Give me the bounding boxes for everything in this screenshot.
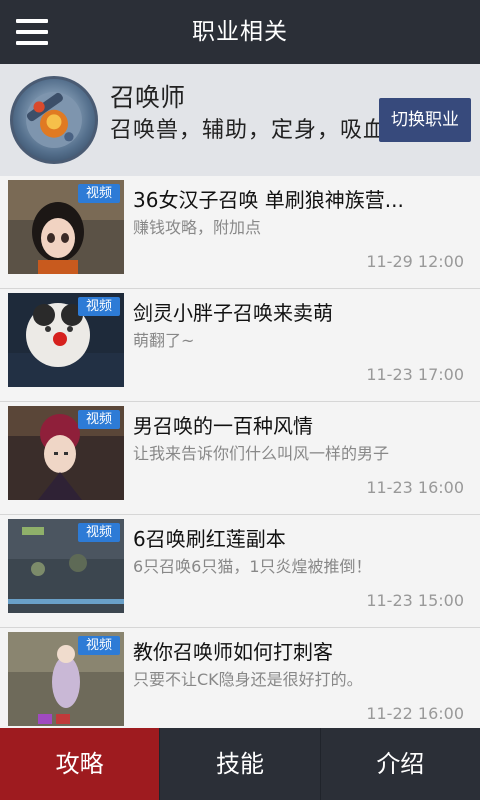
- article-time: 11-23 16:00: [366, 478, 464, 497]
- class-name: 召唤师: [110, 83, 186, 112]
- tab-skills[interactable]: 技能: [159, 728, 319, 800]
- list-item[interactable]: 视频 教你召唤师如何打刺客 只要不让CK隐身还是很好打的。 11-22 16:0…: [0, 628, 480, 728]
- article-list: 视频 36女汉子召唤 单刷狼神族营... 赚钱攻略，附加点 11-29 12:0…: [0, 176, 480, 728]
- article-title: 男召唤的一百种风情: [133, 414, 313, 438]
- page-title: 职业相关: [192, 19, 288, 45]
- list-item[interactable]: 视频 男召唤的一百种风情 让我来告诉你们什么叫风一样的男子 11-23 16:0…: [0, 402, 480, 515]
- video-thumbnail: 视频: [8, 632, 124, 726]
- article-subtitle: 6只召唤6只猫，1只炎煌被推倒！: [133, 557, 372, 576]
- video-badge: 视频: [78, 184, 120, 203]
- article-title: 36女汉子召唤 单刷狼神族营...: [133, 188, 404, 212]
- article-time: 11-23 15:00: [366, 591, 464, 610]
- tab-guides[interactable]: 攻略: [0, 728, 160, 800]
- article-time: 11-23 17:00: [366, 365, 464, 384]
- video-thumbnail: 视频: [8, 519, 124, 613]
- video-badge: 视频: [78, 523, 120, 542]
- switch-class-button[interactable]: 切换职业: [379, 98, 471, 142]
- summoner-emblem-icon: [26, 92, 82, 148]
- class-description: 召唤兽，辅助，定身，吸血: [110, 118, 387, 143]
- article-subtitle: 让我来告诉你们什么叫风一样的男子: [133, 444, 390, 463]
- article-title: 剑灵小胖子召唤来卖萌: [133, 301, 333, 325]
- article-time: 11-22 16:00: [366, 704, 464, 723]
- tab-intro[interactable]: 介绍: [319, 728, 480, 800]
- article-subtitle: 只要不让CK隐身还是很好打的。: [133, 670, 363, 689]
- article-title: 6召唤刷红莲副本: [133, 527, 286, 551]
- class-avatar: [10, 76, 98, 164]
- video-badge: 视频: [78, 410, 120, 429]
- article-time: 11-29 12:00: [366, 252, 464, 271]
- article-subtitle: 萌翻了~: [133, 331, 195, 350]
- article-title: 教你召唤师如何打刺客: [133, 640, 333, 664]
- video-badge: 视频: [78, 297, 120, 316]
- video-thumbnail: 视频: [8, 180, 124, 274]
- video-thumbnail: 视频: [8, 293, 124, 387]
- list-item[interactable]: 视频 剑灵小胖子召唤来卖萌 萌翻了~ 11-23 17:00: [0, 289, 480, 402]
- list-item[interactable]: 视频 36女汉子召唤 单刷狼神族营... 赚钱攻略，附加点 11-29 12:0…: [0, 176, 480, 289]
- list-item[interactable]: 视频 6召唤刷红莲副本 6只召唤6只猫，1只炎煌被推倒！ 11-23 15:00: [0, 515, 480, 628]
- top-bar: 职业相关: [0, 0, 480, 64]
- bottom-tab-bar: 攻略 技能 介绍: [0, 728, 480, 800]
- video-badge: 视频: [78, 636, 120, 655]
- article-subtitle: 赚钱攻略，附加点: [133, 218, 262, 237]
- video-thumbnail: 视频: [8, 406, 124, 500]
